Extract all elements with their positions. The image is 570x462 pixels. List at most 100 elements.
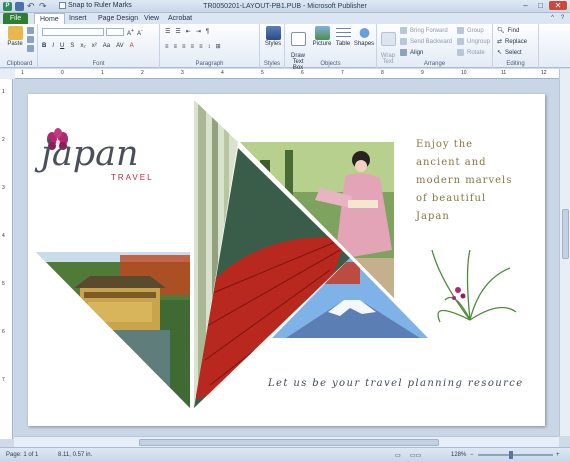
ruler-v-tick: 6 — [2, 329, 5, 335]
ruler-v-tick: 1 — [2, 89, 5, 95]
cut-icon[interactable] — [27, 27, 34, 34]
vertical-scroll-thumb[interactable] — [562, 209, 569, 259]
vertical-scrollbar[interactable] — [559, 69, 570, 436]
table-button[interactable]: Table — [333, 26, 353, 47]
group-button[interactable]: Group — [457, 27, 484, 34]
character-spacing-icon[interactable]: AV — [116, 43, 124, 49]
select-button[interactable]: ↖ Select — [497, 49, 522, 57]
paragraph-row-1: ☰ ☰ ⇤ ⇥ ¶ — [165, 28, 209, 36]
font-size-field[interactable] — [106, 28, 124, 36]
styles-icon — [265, 26, 281, 40]
logo-wordmark[interactable]: japan — [41, 137, 139, 172]
superscript-icon[interactable]: x² — [92, 43, 97, 49]
picture-button[interactable]: Picture — [311, 26, 333, 47]
vertical-ruler[interactable]: 1 2 3 4 5 6 7 — [0, 79, 13, 439]
zoom-slider[interactable] — [478, 454, 553, 456]
copy-icon[interactable] — [27, 36, 34, 43]
find-button[interactable]: 🔍︎ Find — [497, 27, 520, 35]
increase-indent-icon[interactable]: ⇥ — [196, 28, 201, 35]
shrink-font-icon[interactable]: A- — [137, 28, 143, 37]
paste-button[interactable]: Paste — [5, 26, 25, 47]
replace-label: Replace — [505, 38, 528, 45]
bold-icon[interactable]: B — [42, 43, 46, 49]
view-single-page-icon[interactable]: ▭ — [395, 452, 401, 459]
paragraph-settings-icon[interactable]: ⊞ — [216, 43, 221, 50]
ruler-h-tick: 3 — [181, 70, 184, 76]
subscript-icon[interactable]: x₂ — [80, 43, 85, 49]
bullets-icon[interactable]: ☰ — [165, 28, 170, 35]
font-group: A+ A- B I U S x₂ x² Aa AV A Font — [38, 24, 160, 68]
paste-label: Paste — [7, 41, 23, 47]
paragraph-group-label: Paragraph — [195, 61, 224, 67]
ruler-v-tick: 5 — [2, 281, 5, 287]
minimize-icon[interactable]: – — [519, 1, 532, 10]
grow-font-icon[interactable]: A+ — [127, 28, 134, 37]
zoom-slider-knob[interactable] — [509, 451, 513, 459]
help-icon[interactable]: ? — [559, 15, 566, 22]
zoom-level[interactable]: 128% — [451, 452, 466, 458]
tab-page-design[interactable]: Page Design — [93, 13, 143, 24]
tab-acrobat[interactable]: Acrobat — [163, 13, 197, 24]
change-case-icon[interactable]: Aa — [103, 43, 110, 49]
tagline-text[interactable]: Let us be your travel planning resource — [268, 378, 524, 389]
horizontal-ruler[interactable]: 1 0 1 2 3 4 5 6 7 8 9 10 11 12 — [15, 69, 560, 79]
justify-icon[interactable]: ≡ — [191, 44, 195, 50]
arrange-group: Wrap Text Bring Forward Send Backward Al… — [377, 24, 493, 68]
font-name-field[interactable] — [42, 28, 104, 36]
logo-subtitle[interactable]: TRAVEL — [111, 173, 154, 182]
page-indicator[interactable]: Page: 1 of 1 — [6, 452, 38, 458]
zoom-in-icon[interactable]: + — [556, 452, 560, 458]
window-title: TR0050201-LAYOUT-PB1.PUB - Microsoft Pub… — [203, 3, 367, 10]
rotate-label: Rotate — [467, 49, 485, 56]
tab-file[interactable]: File — [3, 13, 28, 24]
ungroup-button[interactable]: Ungroup — [457, 38, 490, 45]
zoom-out-icon[interactable]: − — [470, 452, 474, 458]
rotate-button[interactable]: Rotate — [457, 49, 485, 56]
decrease-indent-icon[interactable]: ⇤ — [186, 28, 191, 35]
numbering-icon[interactable]: ☰ — [175, 28, 180, 35]
distribute-icon[interactable]: ≡ — [199, 44, 203, 50]
objects-group-label: Objects — [320, 61, 341, 67]
tab-insert[interactable]: Insert — [64, 13, 92, 24]
format-painter-icon[interactable] — [27, 45, 34, 52]
bring-forward-button[interactable]: Bring Forward — [400, 27, 448, 34]
underline-icon[interactable]: U — [60, 43, 64, 49]
show-marks-icon[interactable]: ¶ — [206, 29, 209, 35]
horizontal-scrollbar[interactable] — [14, 436, 559, 447]
close-icon[interactable]: ✕ — [549, 1, 567, 10]
ribbon: Paste Clipboard A+ A- B I U S x₂ x² Aa A… — [0, 24, 570, 71]
align-label: Align — [410, 49, 424, 56]
tab-home[interactable]: Home — [34, 13, 65, 24]
send-backward-button[interactable]: Send Backward — [400, 38, 452, 45]
text-box-icon — [290, 32, 306, 46]
tab-view[interactable]: View — [139, 13, 164, 24]
shapes-label: Shapes — [353, 41, 375, 47]
replace-button[interactable]: ⇄ Replace — [497, 38, 528, 46]
styles-group: Styles Styles — [260, 24, 285, 68]
view-two-page-icon[interactable]: ▭▭ — [410, 452, 421, 459]
headline-text[interactable]: Enjoy the ancient and modern marvels of … — [416, 136, 526, 226]
clipboard-group: Paste Clipboard — [2, 24, 38, 68]
ruler-h-tick: 10 — [461, 70, 467, 76]
paste-icon — [7, 26, 23, 40]
align-right-icon[interactable]: ≡ — [182, 44, 186, 50]
font-color-icon[interactable]: A — [130, 43, 134, 49]
minimize-ribbon-icon[interactable]: ^ — [549, 15, 556, 22]
select-icon: ↖ — [497, 50, 503, 56]
styles-button[interactable]: Styles — [263, 26, 283, 47]
shapes-button[interactable]: Shapes — [353, 26, 375, 47]
ruler-h-tick: 9 — [421, 70, 424, 76]
italic-icon[interactable]: I — [52, 43, 54, 49]
ribbon-right-icons: ^ ? — [549, 15, 566, 22]
line-spacing-icon[interactable]: ↕ — [208, 44, 211, 50]
align-left-icon[interactable]: ≡ — [165, 44, 169, 50]
align-button[interactable]: Align — [400, 49, 423, 56]
align-center-icon[interactable]: ≡ — [174, 44, 178, 50]
group-icon — [457, 27, 464, 34]
strikethrough-icon[interactable]: S — [70, 43, 74, 49]
ruler-h-tick: 1 — [101, 70, 104, 76]
wrap-text-button[interactable]: Wrap Text — [379, 26, 397, 65]
find-label: Find — [507, 27, 520, 34]
maximize-icon[interactable]: □ — [534, 1, 547, 10]
horizontal-scroll-thumb[interactable] — [139, 439, 439, 446]
